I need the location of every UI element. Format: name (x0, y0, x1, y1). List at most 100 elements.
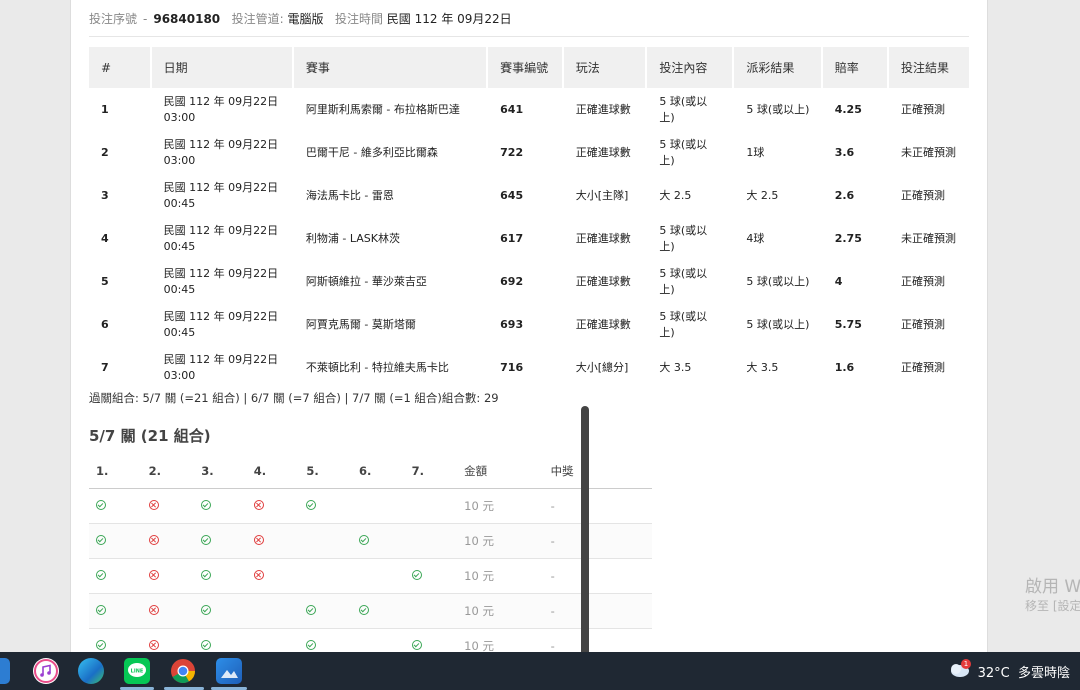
match-time: 00:45 (163, 196, 196, 210)
leg-cell (351, 628, 405, 652)
cell-play: 正確進球數 (575, 274, 631, 288)
match-datetime: 民國 112 年 09月22日 00:45 (152, 174, 294, 217)
combo-summary: 過關組合: 5/7 關 (=21 組合) | 6/7 關 (=7 組合) | 7… (89, 391, 499, 405)
svg-text:LINE: LINE (131, 669, 144, 675)
check-circle-icon (201, 605, 212, 615)
column-header: 賽事 (293, 47, 489, 88)
check-circle-icon (96, 500, 106, 510)
itunes-icon[interactable] (33, 658, 59, 684)
cross-circle-icon (148, 640, 159, 650)
match-time: 00:45 (163, 325, 196, 339)
check-circle-icon (201, 535, 212, 545)
check-circle-icon (96, 640, 106, 650)
leg-cell (89, 488, 142, 524)
cell-code: 716 (500, 360, 524, 374)
cross-circle-icon (148, 500, 159, 510)
cell-play: 大小[主隊] (575, 188, 629, 202)
match-date: 民國 112 年 09月22日 (163, 180, 279, 194)
taskbar: LINE 1 32°C 多雲時陰 (0, 652, 1080, 690)
section-title: 5/7 關 (21 組合) (89, 427, 211, 445)
leg-cell (141, 558, 195, 594)
parlay-column-header: 中獎 (543, 454, 652, 489)
match-datetime: 民國 112 年 09月22日 00:45 (152, 260, 294, 303)
cell-n: 2 (101, 145, 109, 159)
check-circle-icon (201, 500, 212, 510)
cell-outcome: 未正確預測 (901, 145, 957, 159)
scrollbar-thumb[interactable] (581, 406, 589, 666)
cell-play: 大小[總分] (575, 360, 629, 374)
parlay-row: 10 元- (89, 593, 652, 629)
parlay-row: 10 元- (89, 558, 652, 594)
parlay-row: 10 元- (89, 628, 652, 652)
check-circle-icon (358, 605, 369, 615)
cell-match: 阿賈克馬爾 - 莫斯塔爾 (305, 317, 416, 331)
leg-cell (141, 593, 195, 629)
check-circle-icon (306, 500, 317, 510)
check-circle-icon (96, 570, 106, 580)
edge-icon[interactable] (78, 658, 104, 684)
leg-cell (141, 628, 195, 652)
match-datetime: 民國 112 年 09月22日 00:45 (152, 217, 294, 260)
chrome-icon[interactable] (170, 658, 196, 684)
prize-cell: - (543, 488, 652, 524)
parlay-column-header: 2. (141, 454, 195, 489)
leg-cell (246, 593, 300, 629)
cell-result: 大 3.5 (746, 360, 779, 374)
cell-match: 不萊頓比利 - 特拉維夫馬卡比 (305, 360, 449, 374)
cell-code: 722 (500, 145, 524, 159)
cell-pick: 5 球(或以上) (659, 223, 708, 253)
cell-n: 1 (101, 102, 109, 116)
leg-cell (299, 593, 352, 629)
leg-cell (194, 628, 247, 652)
parlay-column-header: 1. (89, 454, 142, 489)
cell-match: 海法馬卡比 - 雷恩 (305, 188, 394, 202)
leg-cell (89, 558, 142, 594)
parlay-row: 10 元- (89, 523, 652, 559)
cross-circle-icon (253, 535, 264, 545)
cell-outcome: 未正確預測 (901, 231, 957, 245)
leg-cell (89, 628, 142, 652)
leg-cell (89, 593, 142, 629)
amount-cell: 10 元 (457, 628, 544, 652)
cell-odds: 4.25 (834, 102, 862, 116)
leg-cell (404, 628, 458, 652)
cell-outcome: 正確預測 (901, 317, 946, 331)
weather-tray[interactable]: 32°C 多雲時陰 (978, 662, 1070, 681)
cell-n: 4 (101, 231, 109, 245)
match-time: 03:00 (163, 368, 196, 382)
cell-outcome: 正確預測 (901, 102, 946, 116)
leg-cell (141, 488, 195, 524)
cell-odds: 1.6 (834, 360, 855, 374)
column-header: 投注結果 (889, 47, 971, 88)
leg-cell (299, 523, 352, 559)
photos-icon[interactable] (216, 658, 242, 684)
explorer-icon[interactable] (0, 658, 10, 684)
leg-cell (351, 593, 405, 629)
leg-cell (351, 558, 405, 594)
parlay-column-header: 4. (246, 454, 300, 489)
bets-table: # 日期 賽事 賽事編號 玩法 投注內容 派彩結果 賠率 投注結果 1 民國 112 年 09月2… (89, 47, 971, 389)
cell-result: 5 球(或以上) (746, 102, 810, 116)
leg-cell (351, 488, 405, 524)
prize-cell: - (543, 523, 652, 559)
table-row: 1 民國 112 年 09月22日 03:00 阿里斯利馬索爾 - 布拉格斯巴達 641… (89, 88, 971, 131)
table-row: 6 民國 112 年 09月22日 00:45 阿賈克馬爾 - 莫斯塔爾 693 正確進球… (89, 303, 971, 346)
activation-watermark: 啟用 W (1025, 577, 1080, 597)
cell-result: 1球 (746, 145, 765, 159)
cell-n: 3 (101, 188, 109, 202)
cell-match: 利物浦 - LASK林茨 (305, 231, 400, 245)
match-datetime: 民國 112 年 09月22日 03:00 (152, 346, 294, 389)
parlay-column-header: 金額 (457, 454, 544, 489)
match-time: 00:45 (163, 282, 196, 296)
leg-cell (194, 488, 247, 524)
cell-odds: 5.75 (834, 317, 862, 331)
line-icon[interactable]: LINE (124, 658, 150, 684)
cell-outcome: 正確預測 (901, 188, 946, 202)
amount-cell: 10 元 (457, 488, 544, 524)
column-header: 日期 (151, 47, 294, 88)
check-circle-icon (201, 570, 212, 580)
leg-cell (246, 488, 300, 524)
cell-play: 正確進球數 (575, 145, 631, 159)
cross-circle-icon (253, 500, 264, 510)
column-header: 投注內容 (647, 47, 735, 88)
